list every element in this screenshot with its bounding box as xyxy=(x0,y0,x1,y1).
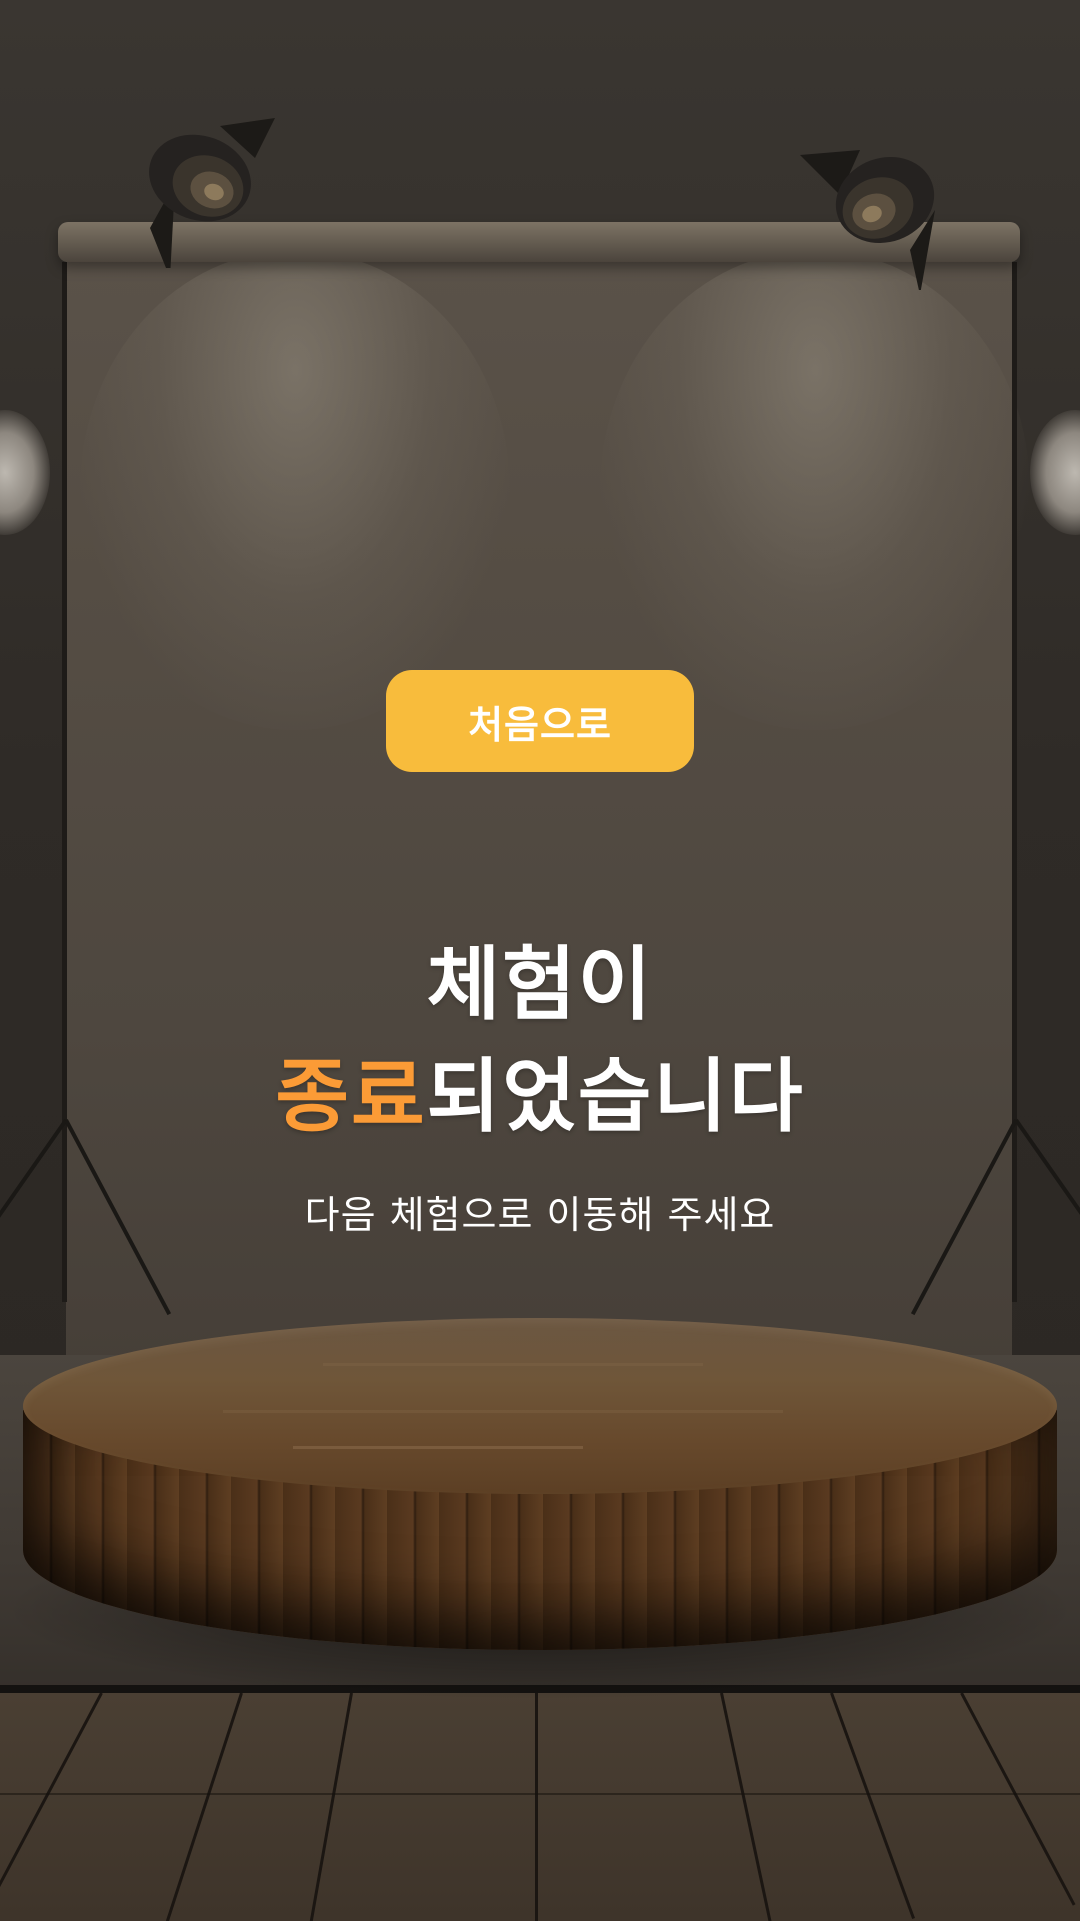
wooden-podium xyxy=(23,1318,1057,1494)
wooden-floor xyxy=(0,1693,1080,1921)
backdrop-stand-left xyxy=(62,262,67,1302)
spotlight-pool-left xyxy=(80,250,510,730)
end-title-accent: 종료 xyxy=(275,1050,427,1143)
go-to-start-button[interactable]: 처음으로 xyxy=(386,670,694,772)
spotlight-pool-right xyxy=(600,250,1030,730)
wall-light-left xyxy=(0,410,50,535)
backdrop-stand-right xyxy=(1012,262,1017,1302)
next-experience-instruction: 다음 체험으로 이동해 주세요 xyxy=(304,1193,776,1237)
end-title-line1: 체험이 xyxy=(426,938,654,1031)
end-title-rest: 되었습니다 xyxy=(426,1050,805,1143)
spotlight-icon xyxy=(800,140,950,295)
end-title-line2: 종료되었습니다 xyxy=(0,1057,1080,1137)
spotlight-icon xyxy=(130,118,280,278)
experience-end-screen: 처음으로 체험이 종료되었습니다 다음 체험으로 이동해 주세요 xyxy=(0,0,1080,1921)
wall-light-right xyxy=(1030,410,1080,535)
